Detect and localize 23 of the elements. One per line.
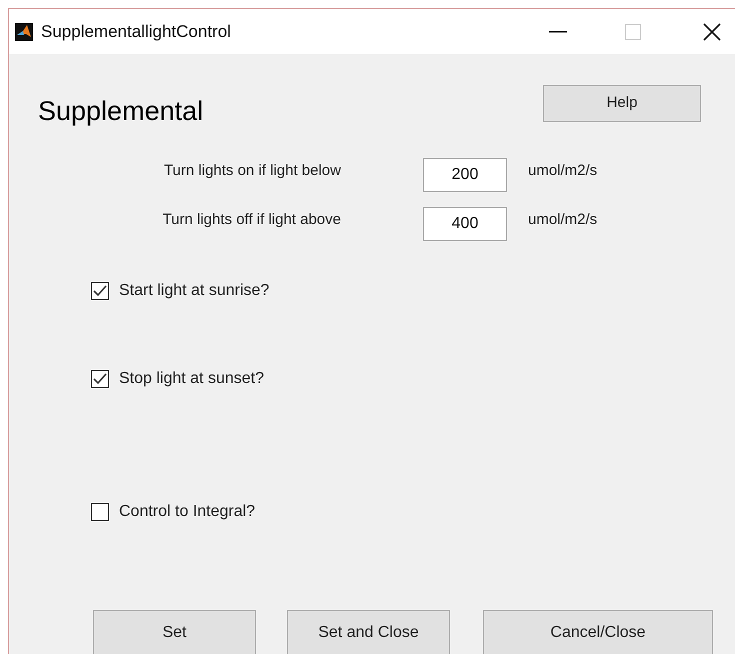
- option-label: Control to Integral?: [119, 502, 256, 522]
- checkmark-icon: [93, 372, 107, 384]
- checkbox[interactable]: [91, 282, 109, 300]
- unit-label: umol/m2/s: [528, 160, 598, 180]
- close-icon[interactable]: [703, 22, 721, 40]
- window-title: SupplementallightControl: [41, 20, 231, 43]
- minimize-icon[interactable]: [549, 30, 567, 32]
- help-button[interactable]: Help: [543, 85, 701, 122]
- checkbox[interactable]: [91, 502, 109, 520]
- action-button[interactable]: Cancel/Close: [483, 610, 713, 654]
- threshold-field[interactable]: 200: [423, 158, 507, 192]
- option-label: Start light at sunrise?: [119, 280, 270, 300]
- action-button[interactable]: Set: [93, 610, 256, 654]
- action-button[interactable]: Set and Close: [287, 610, 450, 654]
- app-logo-icon: [15, 22, 33, 40]
- threshold-label: Turn lights off if light above: [162, 210, 341, 230]
- threshold-field[interactable]: 400: [423, 206, 507, 240]
- threshold-label: Turn lights on if light below: [162, 160, 341, 180]
- unit-label: umol/m2/s: [528, 210, 598, 230]
- heading: Supplemental: [38, 95, 204, 128]
- checkbox[interactable]: [91, 370, 109, 388]
- checkmark-icon: [93, 284, 107, 296]
- option-label: Stop light at sunset?: [119, 368, 264, 388]
